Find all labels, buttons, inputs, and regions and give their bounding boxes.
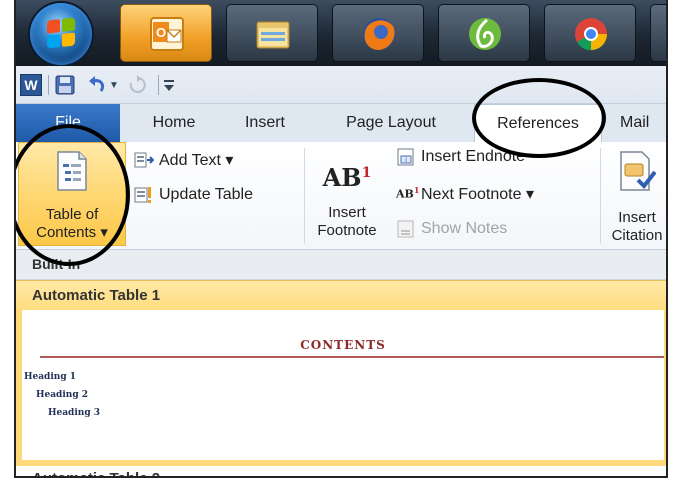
outlook-icon: O (150, 17, 184, 51)
toc-preview-heading-2: Heading 2 (36, 390, 89, 400)
insert-citation-icon (620, 151, 657, 191)
toc-preview-rule (40, 356, 664, 358)
insert-citation-button[interactable]: Insert Citation (604, 150, 666, 245)
add-text-icon (134, 151, 155, 169)
update-table-icon (134, 186, 154, 204)
svg-text:O: O (156, 25, 166, 40)
windows-flag-icon (47, 17, 75, 49)
insert-endnote-label: Insert Endnote (421, 148, 526, 165)
tab-home[interactable]: Home (124, 104, 224, 142)
tab-references[interactable]: References (474, 104, 602, 143)
show-notes-button[interactable]: Show Notes (396, 220, 507, 238)
table-of-contents-icon (57, 151, 87, 191)
tab-page-layout[interactable]: Page Layout (314, 104, 468, 142)
windows-taskbar: O (16, 0, 666, 66)
tab-mailings[interactable]: Mail (614, 104, 666, 142)
taskbar-dragon-button[interactable] (438, 4, 530, 62)
save-icon[interactable] (54, 74, 76, 96)
insert-footnote-label-1: Insert (328, 204, 366, 221)
automatic-table-1-preview[interactable]: CONTENTS Heading 1 Heading 2 Heading 3 (16, 310, 666, 466)
tab-insert[interactable]: Insert (224, 104, 306, 142)
next-footnote-label: Next Footnote ▾ (421, 186, 534, 203)
next-footnote-button[interactable]: AB1 Next Footnote ▾ (396, 184, 534, 204)
taskbar-outlook-button[interactable]: O (120, 4, 212, 62)
toc-preview-heading-3: Heading 3 (48, 408, 101, 418)
add-text-label: Add Text ▾ (159, 152, 234, 169)
show-notes-label: Show Notes (421, 220, 508, 237)
automatic-table-2-title[interactable]: Automatic Table 2 (16, 466, 666, 476)
show-notes-icon (396, 220, 416, 238)
insert-citation-label-2: Citation (611, 227, 663, 244)
firefox-icon (363, 18, 395, 50)
quick-access-toolbar: W ▼ (16, 66, 666, 104)
taskbar-extra-button[interactable] (650, 4, 666, 62)
update-table-button[interactable]: Update Table (134, 186, 253, 204)
windows-start-orb[interactable] (30, 3, 92, 65)
insert-footnote-label-2: Footnote (317, 222, 377, 239)
dragon-icon (469, 18, 501, 50)
gallery-section-built-in: Built-In (16, 250, 666, 280)
table-of-contents-button[interactable]: Table of Contents ▾ (18, 142, 126, 246)
ribbon-tab-row: File Home Insert Page Layout References … (16, 104, 666, 143)
references-ribbon: Table of Contents ▾ Add Text ▾ Update Ta… (16, 142, 666, 250)
insert-endnote-button[interactable]: i Insert Endnote (396, 148, 525, 166)
customize-qat-icon[interactable] (162, 74, 176, 96)
update-table-label: Update Table (159, 186, 253, 203)
undo-dropdown-icon[interactable]: ▼ (108, 74, 120, 96)
table-of-contents-label-1: Table of (45, 206, 99, 223)
footnote-icon: AB1 (322, 163, 372, 192)
taskbar-explorer-button[interactable] (226, 4, 318, 62)
screenshot-frame: O W ▼ File Home Insert Page Layout Refer… (14, 0, 668, 478)
word-app-icon[interactable]: W (20, 74, 42, 96)
undo-icon[interactable] (86, 74, 108, 96)
next-footnote-icon: AB1 (396, 185, 420, 201)
taskbar-firefox-button[interactable] (332, 4, 424, 62)
chrome-icon (575, 18, 607, 51)
explorer-folder-icon (256, 21, 290, 49)
add-text-button[interactable]: Add Text ▾ (134, 150, 233, 170)
redo-icon[interactable] (126, 74, 148, 96)
table-of-contents-label-2: Contents ▾ (36, 224, 108, 241)
toc-preview-heading-1: Heading 1 (24, 372, 77, 382)
toc-preview-heading: CONTENTS (300, 338, 386, 352)
insert-footnote-button[interactable]: AB1 Insert Footnote (306, 156, 388, 240)
insert-endnote-icon: i (396, 148, 416, 166)
table-of-contents-gallery: Built-In Automatic Table 1 CONTENTS Head… (16, 250, 666, 476)
insert-citation-label-1: Insert (618, 209, 656, 226)
automatic-table-1-title[interactable]: Automatic Table 1 (16, 280, 666, 310)
tab-file[interactable]: File (16, 104, 120, 142)
taskbar-chrome-button[interactable] (544, 4, 636, 62)
